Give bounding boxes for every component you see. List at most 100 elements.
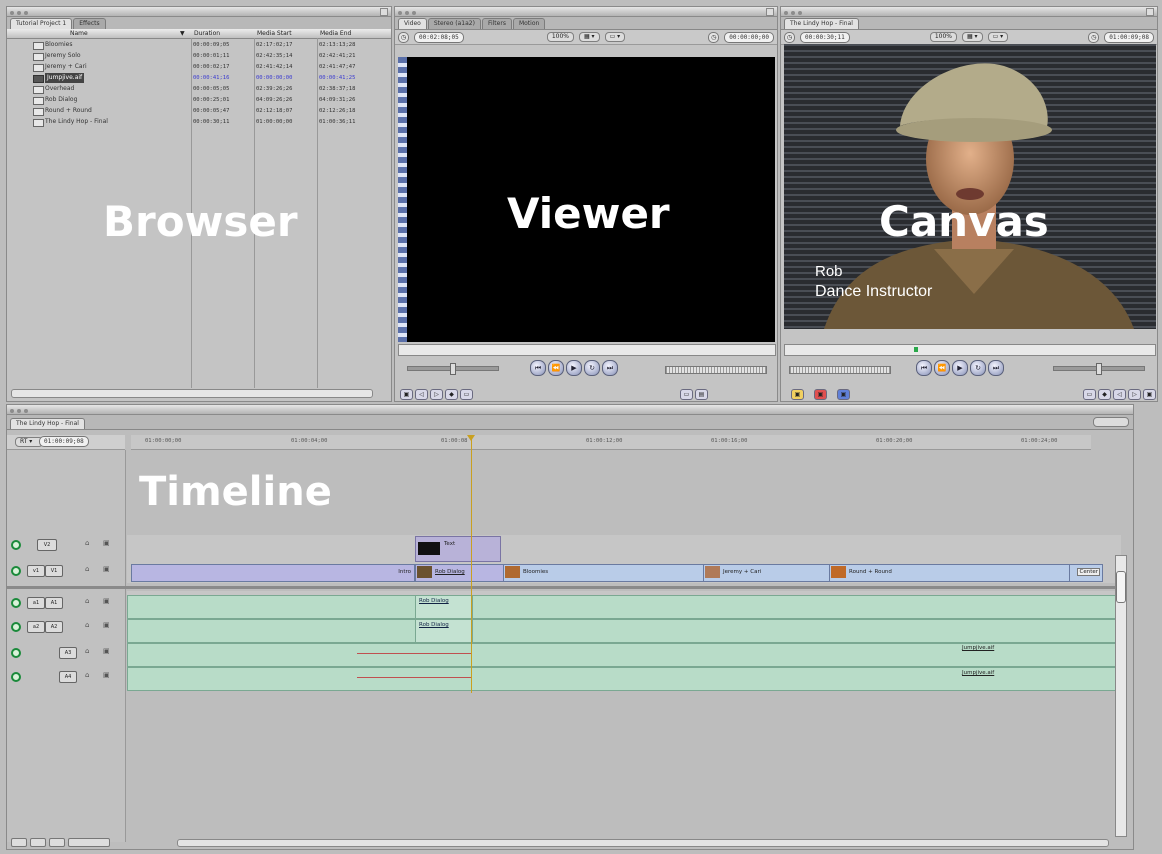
- canvas-playhead-marker[interactable]: [914, 347, 918, 352]
- viewer-jog-control[interactable]: [665, 366, 767, 374]
- viewer-current-timecode[interactable]: 00:00:00;00: [724, 31, 774, 43]
- timeline-playhead[interactable]: [471, 435, 472, 693]
- auto-select-icon[interactable]: ▣: [103, 647, 110, 655]
- canvas-duration-timecode[interactable]: 00:00:30;11: [800, 31, 850, 43]
- zoom-slider[interactable]: [68, 838, 110, 847]
- viewer-view-popup[interactable]: ▦ ▾: [578, 32, 600, 42]
- track-visibility-icon[interactable]: [11, 540, 21, 550]
- track-layout-button[interactable]: [49, 838, 65, 847]
- clip-center[interactable]: Center: [1069, 564, 1103, 582]
- timeline-options-button[interactable]: [1093, 417, 1129, 427]
- canvas-overlay-popup[interactable]: ▭ ▾: [987, 32, 1009, 42]
- auto-select-icon[interactable]: ▣: [103, 597, 110, 605]
- viewer-duration-timecode[interactable]: 00:02:08;05: [414, 31, 464, 43]
- match-frame-icon[interactable]: ▣: [1143, 389, 1156, 400]
- track-divider[interactable]: [7, 586, 1121, 589]
- tab-stereo[interactable]: Stereo (a1a2): [427, 18, 481, 29]
- play-around-icon[interactable]: ↻: [584, 360, 600, 376]
- clip-overlays-button[interactable]: [11, 838, 27, 847]
- add-marker-icon[interactable]: ◆: [1098, 389, 1111, 400]
- timeline-titlebar[interactable]: [7, 405, 1133, 415]
- clip-jeremy-cari[interactable]: Jeremy + Cari: [703, 564, 831, 582]
- mark-out-icon[interactable]: ▷: [430, 389, 443, 400]
- track-audible-icon[interactable]: [11, 622, 21, 632]
- play-in-to-out-icon[interactable]: ⏪: [548, 360, 564, 376]
- horizontal-scrollbar[interactable]: [11, 389, 373, 398]
- canvas-shuttle-slider[interactable]: [1053, 363, 1145, 375]
- canvas-jog-control[interactable]: [789, 366, 891, 374]
- tab-sequence[interactable]: The Lindy Hop - Final: [784, 18, 859, 29]
- window-controls[interactable]: [398, 9, 419, 17]
- tab-tutorial-project[interactable]: Tutorial Project 1: [10, 18, 73, 29]
- mark-in-icon[interactable]: ◁: [1113, 389, 1126, 400]
- track-source-a1[interactable]: a1: [27, 597, 45, 609]
- lock-icon[interactable]: ⌂: [85, 597, 89, 605]
- scrollbar-thumb[interactable]: [1116, 571, 1126, 603]
- canvas-zoom-popup[interactable]: 100%: [929, 32, 957, 42]
- zoom-button[interactable]: [766, 8, 774, 16]
- play-in-to-out-icon[interactable]: ⏪: [934, 360, 950, 376]
- lock-icon[interactable]: ⌂: [85, 671, 89, 679]
- timeline-ruler[interactable]: 01:00:00;00 01:00:04;00 01:00:08 01:00:1…: [131, 435, 1091, 450]
- browser-titlebar[interactable]: [7, 7, 391, 17]
- clip-a4-jumpjive[interactable]: Jumpjive.aif: [962, 670, 994, 676]
- clip-a1-rob-dialog[interactable]: Rob Dialog: [415, 595, 473, 619]
- track-audible-icon[interactable]: [11, 672, 21, 682]
- auto-select-icon[interactable]: ▣: [103, 565, 110, 573]
- match-frame-icon[interactable]: ▣: [400, 389, 413, 400]
- timeline-horizontal-scrollbar[interactable]: [177, 839, 1109, 847]
- auto-select-icon[interactable]: ▣: [103, 671, 110, 679]
- list-item[interactable]: Overhead 00:00:05;05 02:39:26;26 02:38:37;1…: [7, 84, 391, 94]
- clip-intro[interactable]: Intro: [131, 564, 415, 582]
- insert-edit-icon[interactable]: ▣: [791, 389, 804, 400]
- timeline-current-timecode[interactable]: 01:00:09;08: [39, 436, 89, 447]
- zoom-button[interactable]: [1146, 8, 1154, 16]
- track-dest-a2[interactable]: A2: [45, 621, 63, 633]
- track-source-a2[interactable]: a2: [27, 621, 45, 633]
- add-marker-icon[interactable]: ◆: [445, 389, 458, 400]
- canvas-current-timecode[interactable]: 01:00:09;08: [1104, 31, 1154, 43]
- column-media-end[interactable]: Media End: [317, 29, 351, 38]
- mark-out-icon[interactable]: ▷: [1128, 389, 1141, 400]
- canvas-view-popup[interactable]: ▦ ▾: [961, 32, 983, 42]
- previous-edit-icon[interactable]: ⏮: [916, 360, 932, 376]
- clip-round-round[interactable]: Round + Round: [829, 564, 1071, 582]
- clip-v2-text[interactable]: Text: [415, 536, 501, 562]
- next-edit-icon[interactable]: ⏭: [988, 360, 1004, 376]
- mark-in-icon[interactable]: ◁: [415, 389, 428, 400]
- play-icon[interactable]: ▶: [952, 360, 968, 376]
- track-dest-a1[interactable]: A1: [45, 597, 63, 609]
- mark-clip-icon[interactable]: ▭: [460, 389, 473, 400]
- viewer-overlay-popup[interactable]: ▭ ▾: [604, 32, 626, 42]
- lock-icon[interactable]: ⌂: [85, 565, 89, 573]
- clip-bloomies[interactable]: Bloomies: [503, 564, 705, 582]
- window-controls[interactable]: [10, 9, 31, 17]
- playhead-handle-icon[interactable]: [467, 435, 475, 441]
- play-around-icon[interactable]: ↻: [970, 360, 986, 376]
- list-item[interactable]: Rob Dialog 00:00:25;01 04:09:26;26 04:09:31…: [7, 95, 391, 105]
- track-dest-a3[interactable]: A3: [59, 647, 77, 659]
- window-controls[interactable]: [784, 9, 805, 17]
- track-height-button[interactable]: [30, 838, 46, 847]
- track-audible-icon[interactable]: [11, 598, 21, 608]
- track-visibility-icon[interactable]: [11, 566, 21, 576]
- list-item[interactable]: Jumpjive.aif 00:00:41;16 00:00:00;00 00:00:…: [7, 73, 391, 83]
- list-item[interactable]: Bloomies 00:00:09;05 02:17:02;17 02:13:13;2…: [7, 40, 391, 50]
- list-item[interactable]: Jeremy + Cari 00:00:02;17 02:41:42;14 02:41…: [7, 62, 391, 72]
- play-icon[interactable]: ▶: [566, 360, 582, 376]
- viewer-zoom-popup[interactable]: 100%: [546, 32, 574, 42]
- mark-clip-icon[interactable]: ▭: [1083, 389, 1096, 400]
- viewer-scrubber-bar[interactable]: [398, 344, 776, 356]
- clip-a2-rob-dialog[interactable]: Rob Dialog: [415, 619, 473, 643]
- column-media-start[interactable]: Media Start: [254, 29, 292, 38]
- auto-select-icon[interactable]: ▣: [103, 539, 110, 547]
- list-item[interactable]: Jeremy Solo 00:00:01;11 02:42:35;14 02:42:4…: [7, 51, 391, 61]
- clip-rob-dialog[interactable]: Rob Dialog: [415, 564, 505, 582]
- next-edit-icon[interactable]: ⏭: [602, 360, 618, 376]
- track-source-v1[interactable]: v1: [27, 565, 45, 577]
- lock-icon[interactable]: ⌂: [85, 647, 89, 655]
- canvas-scrubber-bar[interactable]: [784, 344, 1156, 356]
- generator-icon[interactable]: ▤: [695, 389, 708, 400]
- tab-motion[interactable]: Motion: [512, 18, 546, 29]
- tab-filters[interactable]: Filters: [481, 18, 512, 29]
